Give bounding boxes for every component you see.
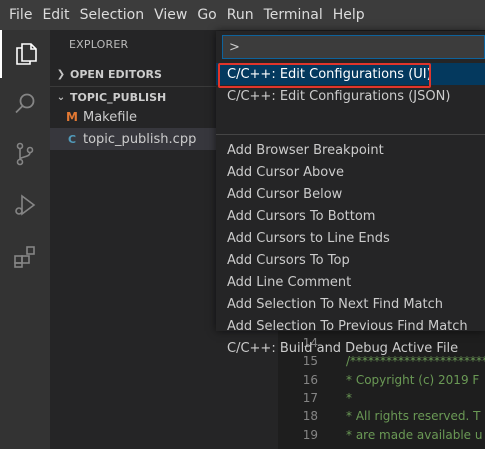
menu-bar: File Edit Selection View Go Run Terminal… [0,0,485,30]
code-text: * are made available u [346,428,483,442]
menu-selection[interactable]: Selection [75,0,150,30]
command-item[interactable]: Add Browser Breakpoint [216,139,485,161]
line-number: 19 [302,428,318,442]
folder-label: TOPIC_PUBLISH [70,90,167,104]
menu-help[interactable]: Help [328,0,370,30]
code-text: * Copyright (c) 2019 F [346,373,480,387]
command-item[interactable]: Add Cursor Above [216,161,485,183]
menu-terminal[interactable]: Terminal [259,0,328,30]
command-item[interactable]: Add Cursors To Bottom [216,205,485,227]
files-icon[interactable] [0,30,50,78]
activity-bar [0,30,50,449]
code-line: 16 * Copyright (c) 2019 F [278,371,485,389]
line-number: 16 [302,373,318,387]
run-debug-icon[interactable] [0,181,50,229]
extensions-icon[interactable] [0,233,50,281]
command-separator [216,134,485,135]
menu-view[interactable]: View [149,0,192,30]
line-number: 18 [302,409,318,423]
menu-file[interactable]: File [4,0,37,30]
file-name: Makefile [83,109,138,125]
command-item[interactable]: Add Selection To Next Find Match [216,293,485,315]
code-line: 18 * All rights reserved. T [278,407,485,425]
code-line: 17 * [278,389,485,407]
code-text: * [346,391,352,405]
command-item[interactable]: C/C++: Build and Debug Active File [216,337,485,359]
command-item[interactable]: C/C++: Edit Configurations (JSON) [216,85,485,107]
command-item[interactable]: Add Cursors to Line Ends [216,227,485,249]
search-icon[interactable] [0,80,50,128]
menu-go[interactable]: Go [192,0,221,30]
command-palette: C/C++: Edit Configurations (UI) C/C++: E… [216,31,485,356]
code-line: 19 * are made available u [278,426,485,444]
menu-edit[interactable]: Edit [37,0,74,30]
command-item[interactable]: Add Cursors To Top [216,249,485,271]
code-text: * All rights reserved. T [346,409,481,423]
command-item[interactable]: C/C++: Edit Configurations (UI) [216,63,485,85]
chevron-right-icon: ❯ [56,68,66,80]
command-item[interactable]: Add Cursor Below [216,183,485,205]
line-number: 17 [302,391,318,405]
chevron-down-icon: ⌄ [56,91,66,103]
explorer-title: EXPLORER [69,38,129,51]
command-palette-input[interactable] [222,35,485,59]
open-editors-label: OPEN EDITORS [70,67,162,81]
menu-run[interactable]: Run [222,0,259,30]
source-control-icon[interactable] [0,130,50,178]
makefile-icon: M [66,110,78,124]
cpp-file-icon: C [67,132,77,146]
file-name: topic_publish.cpp [83,131,197,147]
command-item[interactable]: Add Selection To Previous Find Match [216,315,485,337]
command-item[interactable]: Add Line Comment [216,271,485,293]
